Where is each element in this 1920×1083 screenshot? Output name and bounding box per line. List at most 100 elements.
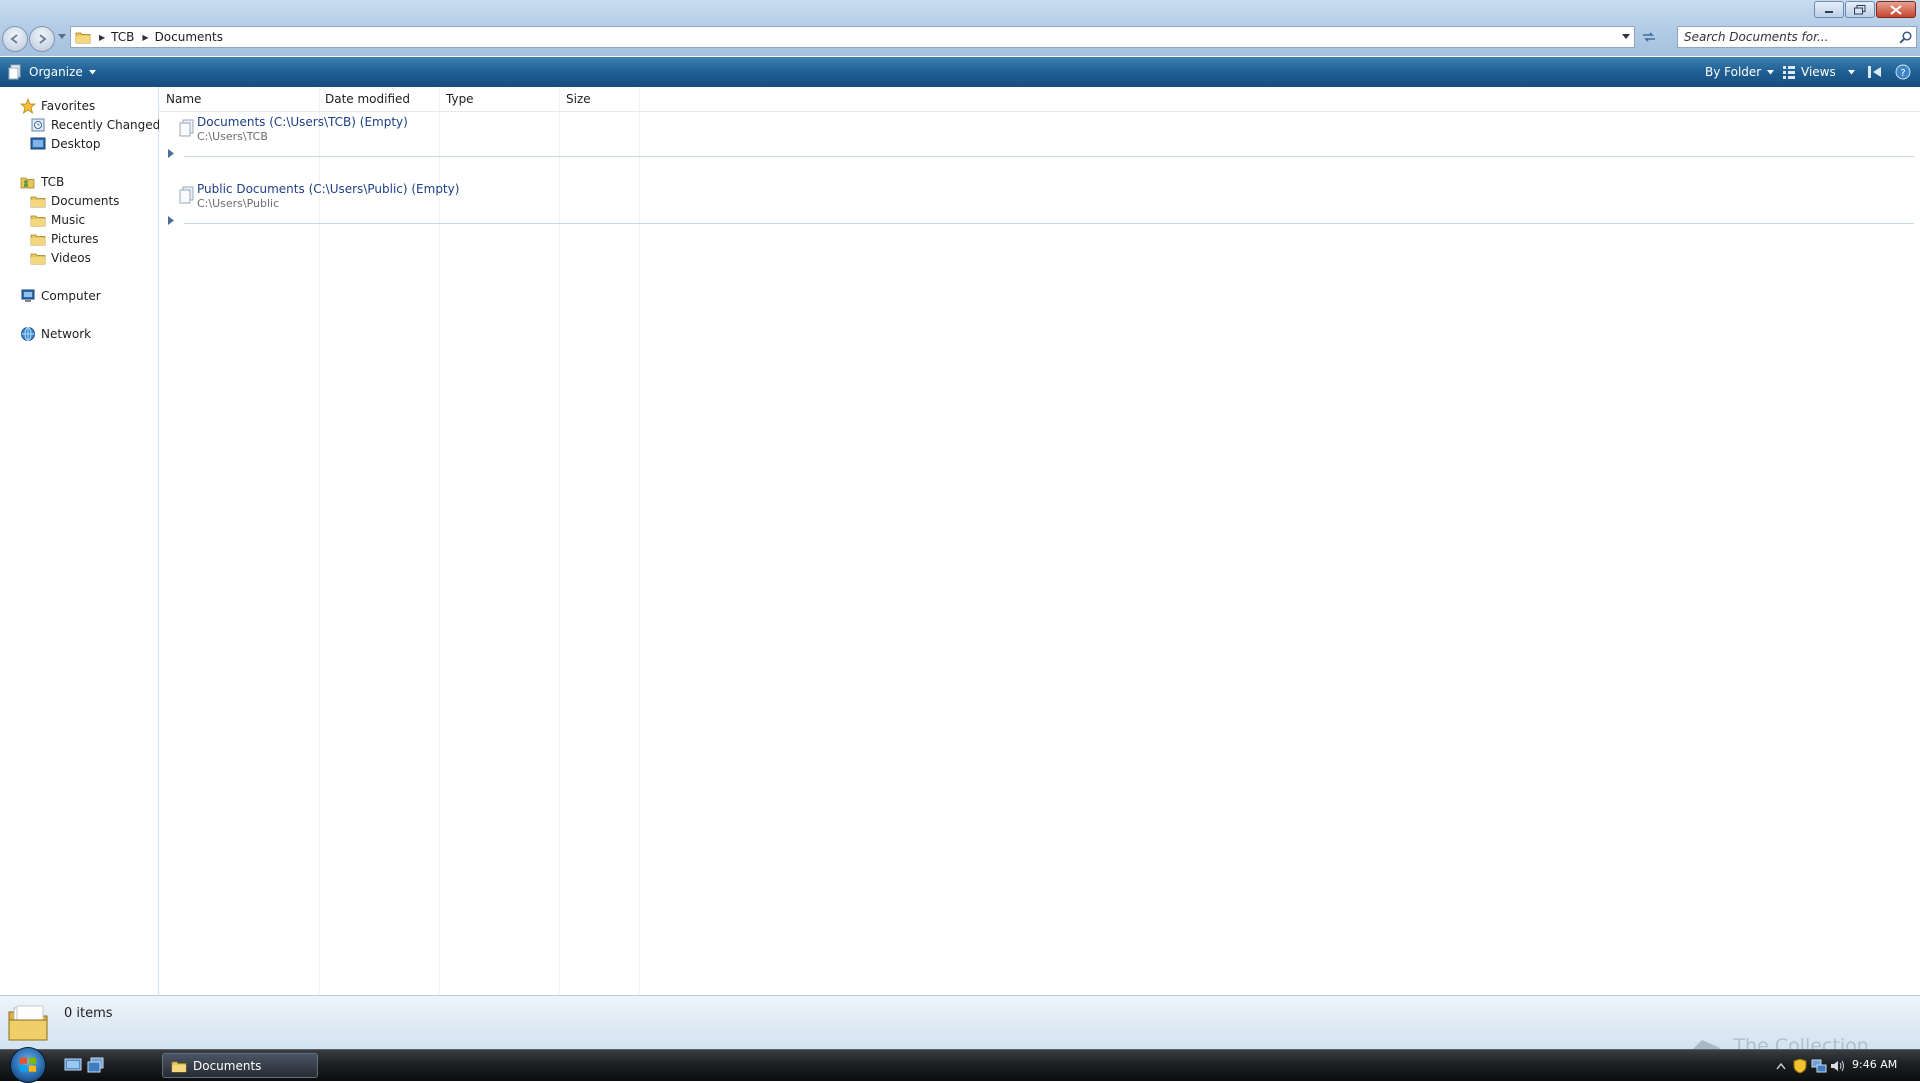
- folder-icon: [171, 1059, 187, 1073]
- arrow-right-icon: [39, 34, 47, 44]
- views-label: Views: [1801, 65, 1836, 79]
- by-folder-button[interactable]: By Folder: [1700, 57, 1775, 87]
- window-controls: [1813, 1, 1916, 18]
- nav-videos[interactable]: Videos: [30, 249, 91, 267]
- nav-favorites-label: Favorites: [41, 99, 96, 113]
- column-header-date-modified[interactable]: Date modified: [325, 87, 410, 111]
- nav-desktop[interactable]: Desktop: [30, 135, 101, 153]
- nav-pictures-label: Pictures: [51, 232, 99, 246]
- recently-changed-icon: [30, 117, 46, 133]
- forward-button[interactable]: [29, 26, 55, 52]
- nav-recently-changed-label: Recently Changed: [51, 118, 161, 132]
- help-button[interactable]: ?: [1895, 57, 1911, 87]
- address-bar[interactable]: ▶ TCB ▶ Documents: [70, 26, 1635, 48]
- nav-network[interactable]: Network: [20, 325, 91, 343]
- group-path: C:\Users\Public: [197, 197, 280, 210]
- network-icon: [20, 326, 36, 342]
- chevron-down-icon: [88, 69, 96, 74]
- search-input[interactable]: [1682, 29, 1891, 45]
- address-dropdown-icon[interactable]: [1622, 34, 1630, 40]
- desktop-icon: [30, 136, 46, 152]
- navigation-pane: Favorites Recently Changed Desktop TCB D…: [0, 87, 160, 995]
- network-status-icon[interactable]: [1811, 1058, 1827, 1074]
- taskbar-clock[interactable]: 9:46 AM: [1852, 1058, 1897, 1071]
- breadcrumb-tcb[interactable]: TCB: [111, 30, 134, 44]
- recent-pages-dropdown-icon[interactable]: [58, 34, 66, 40]
- nav-music[interactable]: Music: [30, 211, 85, 229]
- system-tray: [1770, 1050, 1846, 1081]
- refresh-button[interactable]: [1638, 26, 1660, 48]
- nav-documents[interactable]: Documents: [30, 192, 119, 210]
- nav-documents-label: Documents: [51, 194, 120, 208]
- start-button[interactable]: [10, 1047, 46, 1083]
- command-bar: Organize By Folder Views ?: [0, 57, 1920, 87]
- chevron-down-icon: [1847, 69, 1855, 74]
- svg-text:?: ?: [1900, 68, 1905, 79]
- preview-pane-button[interactable]: [1867, 57, 1883, 87]
- restore-button[interactable]: [1845, 1, 1875, 18]
- star-icon: [20, 98, 36, 114]
- group-divider: [184, 223, 1914, 224]
- folder-icon: [30, 193, 46, 209]
- show-desktop-icon[interactable]: [64, 1057, 82, 1073]
- nav-desktop-label: Desktop: [51, 137, 101, 151]
- folder-stack-icon: [8, 1005, 48, 1041]
- switch-windows-icon[interactable]: [87, 1057, 105, 1073]
- breadcrumb-separator[interactable]: ▶: [142, 33, 148, 42]
- group-path: C:\Users\TCB: [197, 130, 268, 143]
- organize-label: Organize: [29, 65, 83, 79]
- organize-button[interactable]: Organize: [8, 57, 96, 87]
- nav-network-label: Network: [41, 327, 92, 341]
- back-button[interactable]: [2, 26, 28, 52]
- chevron-up-icon[interactable]: [1773, 1058, 1789, 1074]
- column-header-size[interactable]: Size: [566, 87, 591, 111]
- nav-computer[interactable]: Computer: [20, 287, 101, 305]
- breadcrumb-documents[interactable]: Documents: [155, 30, 223, 44]
- nav-user-tcb[interactable]: TCB: [20, 173, 64, 191]
- taskbar-button-label: Documents: [193, 1058, 262, 1073]
- windows-logo-icon: [20, 1057, 36, 1072]
- taskbar: Documents 9:46 AM: [0, 1047, 1920, 1083]
- computer-icon: [20, 288, 36, 304]
- by-folder-label: By Folder: [1705, 65, 1762, 79]
- restore-icon: [1854, 4, 1866, 14]
- expand-arrow-icon[interactable]: [168, 149, 175, 158]
- breadcrumb-separator[interactable]: ▶: [99, 33, 105, 42]
- refresh-icon: [1643, 32, 1655, 42]
- minimize-icon: [1825, 10, 1833, 13]
- minimize-button[interactable]: [1814, 1, 1844, 18]
- details-pane: 0 items: [0, 995, 1920, 1050]
- security-shield-icon[interactable]: [1792, 1057, 1808, 1074]
- nav-recently-changed[interactable]: Recently Changed: [30, 116, 160, 134]
- volume-icon[interactable]: [1830, 1058, 1846, 1074]
- file-list: Name Date modified Type Size Documents (…: [159, 87, 1920, 995]
- group-title[interactable]: Public Documents (C:\Users\Public) (Empt…: [197, 182, 459, 196]
- chevron-down-icon: [1767, 69, 1775, 74]
- nav-computer-label: Computer: [41, 289, 101, 303]
- nav-user-label: TCB: [41, 175, 65, 189]
- nav-music-label: Music: [51, 213, 86, 227]
- group-divider: [184, 156, 1914, 157]
- search-box[interactable]: [1677, 26, 1917, 48]
- folder-icon: [30, 250, 46, 266]
- column-header-type[interactable]: Type: [446, 87, 474, 111]
- taskbar-button-documents[interactable]: Documents: [162, 1053, 318, 1078]
- group-title[interactable]: Documents (C:\Users\TCB) (Empty): [197, 115, 408, 129]
- views-button[interactable]: Views: [1782, 57, 1855, 87]
- views-icon: [1783, 66, 1795, 79]
- title-bar: ▶ TCB ▶ Documents: [0, 0, 1920, 56]
- help-icon: ?: [1895, 64, 1911, 80]
- nav-pictures[interactable]: Pictures: [30, 230, 99, 248]
- expand-arrow-icon[interactable]: [168, 216, 175, 225]
- folder-icon: [75, 30, 91, 44]
- folder-icon: [30, 212, 46, 228]
- arrow-left-icon: [10, 34, 18, 44]
- organize-icon: [8, 64, 21, 80]
- item-count: 0 items: [64, 1006, 113, 1021]
- close-button[interactable]: [1876, 1, 1916, 18]
- column-header-name[interactable]: Name: [166, 87, 201, 111]
- nav-videos-label: Videos: [51, 251, 91, 265]
- nav-favorites[interactable]: Favorites: [20, 97, 95, 115]
- library-folder-icon: [179, 119, 194, 137]
- search-icon[interactable]: [1899, 31, 1912, 44]
